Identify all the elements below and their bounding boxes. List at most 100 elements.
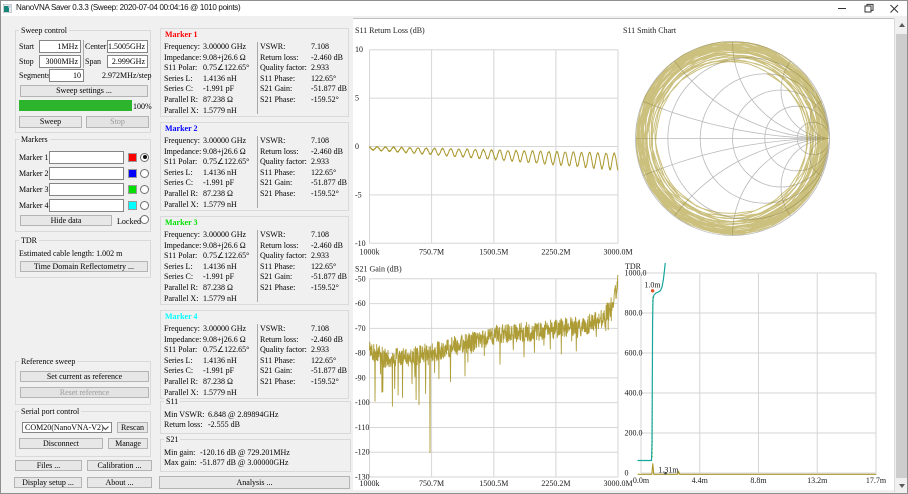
marker-1-radio[interactable] (140, 152, 149, 162)
marker-field-label: Series L: (164, 167, 193, 177)
serial-port-value: COM20(NanoVNA-V2) (25, 423, 104, 432)
scroll-down-arrow-icon[interactable] (895, 479, 907, 493)
marker-columns-divider (257, 42, 258, 114)
marker-4-input[interactable] (49, 198, 124, 212)
marker-field-label: Impedance: (164, 240, 202, 250)
marker-2-color-swatch[interactable] (128, 168, 137, 178)
locked-checkbox[interactable] (140, 215, 149, 224)
marker-field-value: 9.08+j26.6 Ω (203, 146, 246, 156)
marker-3-color-swatch[interactable] (128, 184, 137, 194)
marker-field-label: Return loss: (260, 52, 299, 62)
marker-field-label: S21 Gain: (260, 272, 293, 282)
close-button[interactable] (881, 1, 907, 16)
marker-field-value: 2.933 (311, 345, 329, 355)
smith-chart[interactable] (623, 24, 894, 262)
marker-2-data-block: Marker 2 Frequency: 3.00000 GHz Impedance: 9… (160, 122, 349, 211)
scroll-up-arrow-icon[interactable] (895, 18, 907, 33)
rescan-button[interactable]: Rescan (117, 422, 148, 433)
markers-title: Markers (19, 135, 50, 144)
marker-2-radio[interactable] (140, 168, 149, 178)
set-reference-button[interactable]: Set current as reference (20, 371, 149, 382)
marker-field-label: Impedance: (164, 146, 202, 156)
stop-input[interactable]: 3000MHz (39, 55, 81, 68)
span-input[interactable]: 2.999GHz (107, 55, 148, 68)
chart-panel: S11 Return Loss (dB)1050-5-101000k750.7M… (353, 18, 894, 490)
marker-field-label: VSWR: (260, 136, 286, 145)
calibration-button[interactable]: Calibration ... (87, 460, 152, 471)
marker-field-value: -51.877 dB (311, 272, 347, 282)
stop-label: Stop (19, 57, 34, 66)
start-input[interactable]: 1MHz (39, 40, 81, 53)
marker-field-value: 122.65° (311, 73, 337, 83)
manage-button[interactable]: Manage (108, 438, 148, 449)
marker-3-radio[interactable] (140, 184, 149, 194)
marker-field-label: Parallel R: (164, 377, 198, 386)
progress-percent-label: 100% (133, 102, 152, 111)
marker-4-data-block: Marker 4 Frequency: 3.00000 GHz Impedance: 9… (160, 310, 349, 399)
marker-field-value: 87.238 Ω (203, 377, 233, 386)
marker-field-label: Series L: (164, 355, 193, 365)
marker-field-label: Quality factor: (260, 157, 307, 167)
sweep-settings-button[interactable]: Sweep settings ... (20, 85, 148, 97)
marker-field-value: -51.877 dB (311, 84, 347, 94)
marker-2-input[interactable] (49, 166, 124, 180)
segments-input[interactable]: 10 (49, 69, 84, 82)
sweep-button[interactable]: Sweep (19, 116, 82, 128)
disconnect-button[interactable]: Disconnect (19, 438, 103, 449)
reference-sweep-group: Reference sweep (15, 357, 151, 405)
files-button[interactable]: Files ... (15, 460, 82, 471)
stop-button[interactable]: Stop (86, 116, 149, 128)
s21-gain-chart[interactable] (353, 262, 623, 491)
marker-field-label: Return loss: (260, 240, 299, 250)
marker-field-value: 3.00000 GHz (203, 230, 247, 239)
marker-1-input[interactable] (49, 150, 124, 164)
about-button[interactable]: About ... (87, 477, 152, 488)
reset-reference-button[interactable]: Reset reference (20, 387, 149, 398)
marker-field-value: 9.08+j26.6 Ω (203, 240, 246, 250)
display-setup-button[interactable]: Display setup ... (14, 477, 82, 488)
marker-field-label: S21 Phase: (260, 377, 296, 386)
marker-4-radio[interactable] (140, 200, 149, 210)
marker-field-value: 1.4136 nH (203, 73, 237, 83)
marker-field-value: 87.238 Ω (203, 283, 233, 292)
cable-length-text: Estimated cable length: 1.002 m (19, 249, 123, 258)
center-input[interactable]: 1.5005GHz (107, 40, 148, 53)
vertical-scrollbar[interactable] (894, 18, 907, 493)
marker-field-label: Parallel X: (164, 387, 199, 397)
analysis-button[interactable]: Analysis ... (159, 476, 350, 489)
marker-field-label: S21 Gain: (260, 178, 293, 188)
marker-field-label: Frequency: (164, 324, 200, 333)
marker-columns-divider (257, 136, 258, 208)
marker-field-label: Parallel R: (164, 283, 198, 292)
serial-port-select[interactable]: COM20(NanoVNA-V2) (22, 422, 112, 433)
step-size-text: 2.972MHz/step (102, 71, 152, 80)
marker-field-label: Series C: (164, 84, 194, 94)
marker-field-label: Frequency: (164, 42, 200, 51)
s11-return-loss-chart[interactable] (353, 24, 623, 262)
marker-field-value: 7.108 (311, 324, 329, 333)
marker-field-value: 2.933 (311, 157, 329, 167)
scrollbar-thumb[interactable] (895, 34, 907, 478)
min-vswr-label: Min VSWR: (164, 410, 205, 419)
marker-field-value: 122.65° (311, 261, 337, 271)
marker-field-value: 87.238 Ω (203, 189, 233, 198)
minimize-button[interactable] (829, 1, 855, 16)
marker-field-label: S11 Polar: (164, 345, 198, 355)
marker-1-color-swatch[interactable] (128, 152, 137, 162)
marker-4-color-swatch[interactable] (128, 200, 137, 210)
marker-field-value: 0.75∠122.65° (203, 157, 250, 167)
marker-3-input[interactable] (49, 182, 124, 196)
maximize-restore-button[interactable] (855, 1, 881, 16)
marker-2-data-title: Marker 2 (165, 124, 198, 133)
serial-port-group: Serial port control (15, 407, 151, 457)
tdr-button[interactable]: Time Domain Reflectometry ... (20, 261, 148, 272)
tdr-chart[interactable] (623, 262, 894, 491)
marker-field-label: S11 Phase: (260, 261, 296, 271)
marker-field-value: 0.75∠122.65° (203, 345, 250, 355)
marker-field-label: S21 Gain: (260, 366, 293, 376)
marker-field-label: Impedance: (164, 52, 202, 62)
hide-data-button[interactable]: Hide data (20, 215, 112, 226)
marker-field-value: 1.5779 nH (203, 387, 237, 397)
marker-field-value: -51.877 dB (311, 366, 347, 376)
marker-field-value: 1.4136 nH (203, 167, 237, 177)
